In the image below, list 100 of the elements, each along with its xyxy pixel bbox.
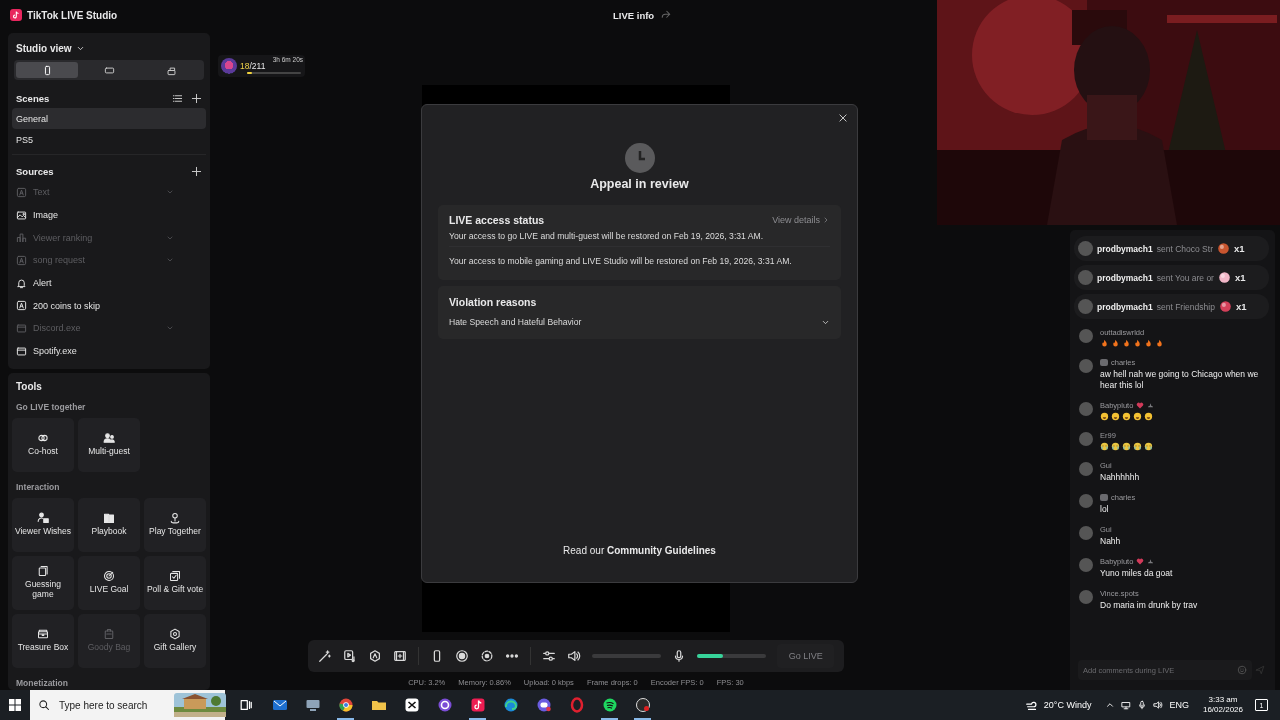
comment-text: Yuno miles da goat	[1100, 568, 1173, 580]
gift-count: x1	[1234, 272, 1246, 283]
dashed-circle-button[interactable]	[479, 649, 494, 663]
language-indicator[interactable]: ENG	[1169, 700, 1189, 710]
checkbox-icon	[169, 570, 181, 583]
network-icon	[1121, 700, 1132, 710]
header-title: LIVE info	[613, 9, 655, 21]
avatar	[221, 58, 237, 74]
task-view-icon[interactable]	[239, 698, 253, 712]
mail-icon	[271, 697, 288, 713]
window-icon	[16, 345, 27, 357]
tool-tile[interactable]: Poll & Gift vote	[144, 555, 206, 610]
add-source-button[interactable]	[191, 165, 202, 177]
plus-icon	[191, 92, 202, 104]
media-button[interactable]	[343, 649, 357, 663]
close-button[interactable]	[838, 113, 848, 123]
browser-icon	[337, 697, 354, 713]
crying-emoji-icon	[1111, 442, 1120, 452]
comment-text: Nahhhhhh	[1100, 472, 1140, 484]
source-item[interactable]: Image	[12, 203, 206, 227]
microphone-icon	[1137, 700, 1148, 710]
record-button[interactable]	[454, 649, 469, 663]
avatar	[1079, 558, 1093, 573]
clock-date: 16/02/2026	[1202, 705, 1243, 715]
chevron-down-icon	[75, 44, 85, 53]
status-message: Your access to mobile gaming and LIVE Studio will be restored on Feb 19, 2026, 3:31 AM.	[449, 246, 830, 271]
media-icon	[343, 649, 357, 663]
tool-tile[interactable]: Viewer Wishes	[12, 497, 74, 552]
card-title: Violation reasons	[449, 296, 537, 308]
gift-icon	[1217, 271, 1231, 284]
section-title: Sources	[16, 165, 55, 177]
hat-icon	[1147, 402, 1155, 410]
clock-time: 3:33 am	[1208, 695, 1238, 705]
person-gift-icon	[37, 512, 49, 525]
oval-icon	[568, 697, 585, 713]
app-logo-icon	[10, 9, 22, 21]
tool-tile[interactable]: Play Together	[144, 497, 206, 552]
tool-tile[interactable]: Treasure Box	[12, 613, 74, 668]
tool-tile[interactable]: Guessing game	[12, 555, 74, 610]
sliders-button[interactable]	[541, 649, 556, 663]
source-item[interactable]: Spotify.exe	[12, 339, 206, 363]
ring-icon	[436, 697, 453, 713]
bell-icon	[16, 277, 27, 289]
scene-item[interactable]: PS5	[12, 129, 206, 150]
crying-emoji-icon	[1122, 442, 1131, 452]
tool-tile[interactable]: Multi-guest	[78, 417, 140, 472]
landscape-screen-icon	[103, 64, 115, 76]
tool-tile[interactable]: Co-host	[12, 417, 74, 472]
scene-list-button[interactable]	[172, 92, 183, 104]
crying-emoji-icon	[1144, 442, 1153, 452]
location-pin-icon	[169, 512, 181, 525]
music-icon	[601, 697, 618, 713]
tool-tile[interactable]: Gift Gallery	[144, 613, 206, 668]
chevron-right-icon	[822, 216, 830, 224]
hexagon-sparkle-icon	[368, 649, 382, 663]
studio-view-dropdown[interactable]: Studio view	[12, 39, 89, 60]
bar-chart-icon	[16, 232, 27, 244]
bag-icon	[103, 628, 115, 641]
avatar	[1079, 359, 1093, 373]
speaker-icon	[1153, 700, 1164, 710]
tool-tile[interactable]: LIVE Goal	[78, 555, 140, 610]
windows-logo-icon[interactable]	[9, 699, 21, 711]
weather-text: 20°C Windy	[1043, 700, 1092, 710]
recorder-icon	[634, 697, 651, 713]
group-title: Monetization	[15, 676, 69, 690]
hexagon-sparkle-button[interactable]	[368, 649, 382, 663]
clock-icon	[624, 143, 655, 173]
avatar	[1078, 270, 1093, 285]
violation-reason: Hate Speech and Hateful Behavior	[449, 317, 582, 327]
view-mode-tab[interactable]	[16, 62, 78, 78]
source-item[interactable]: Alert	[12, 271, 206, 295]
microphone-slider[interactable]	[697, 654, 767, 658]
avatar	[1079, 329, 1093, 343]
scene-item[interactable]: General	[12, 108, 206, 129]
film-button[interactable]	[393, 649, 407, 663]
comment-text: aw hell nah we going to Chicago when we hear this lol	[1100, 369, 1260, 392]
view-details-link[interactable]: View details	[772, 215, 830, 225]
avatar	[1079, 494, 1093, 509]
scissors-icon	[403, 697, 420, 713]
magic-wand-button[interactable]	[318, 649, 332, 663]
gift-count: x1	[1235, 301, 1247, 312]
tool-tile[interactable]: Playbook	[78, 497, 140, 552]
speaker-button[interactable]	[566, 649, 581, 663]
add-scene-button[interactable]	[191, 92, 202, 104]
book-icon	[103, 512, 115, 525]
music-note-icon	[469, 697, 486, 713]
source-item[interactable]: 200 coins to skip	[12, 294, 206, 318]
gift-text: sent You are or	[1156, 272, 1214, 283]
status-message: Your access to go LIVE and multi-guest will be restored on Feb 19, 2026, 3:31 AM.	[449, 230, 764, 243]
crying-emoji-icon	[1100, 442, 1109, 452]
text-box-icon	[16, 300, 27, 312]
film-icon	[393, 649, 407, 663]
laughing-emoji-icon	[1122, 412, 1131, 422]
avatar	[1079, 432, 1093, 447]
gift-text: sent Friendship	[1156, 301, 1215, 312]
username: prodbymach1	[1097, 272, 1153, 283]
hat-icon	[1147, 558, 1155, 566]
search-input[interactable]: Type here to search	[57, 698, 167, 712]
laughing-emoji-icon	[1144, 412, 1153, 422]
target-icon	[103, 570, 115, 583]
